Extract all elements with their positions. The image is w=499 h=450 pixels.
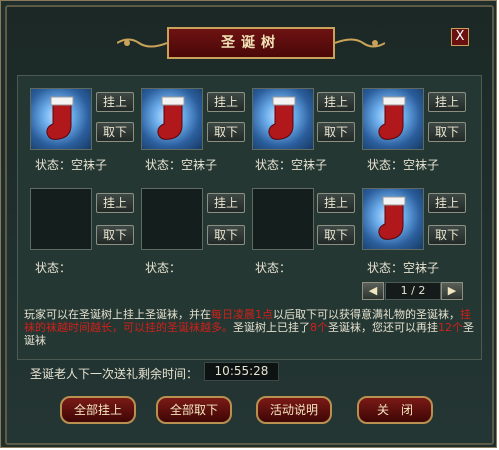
slot-7[interactable] (252, 188, 314, 250)
slot-1[interactable] (30, 88, 92, 150)
pager-prev-button[interactable]: ◀ (362, 282, 384, 300)
desc-part-1: 玩家可以在圣诞树上挂上圣诞袜，并在 (24, 308, 211, 321)
desc-part-5: 圣诞树上已挂了 (233, 321, 310, 334)
slot-5-hang-button[interactable]: 挂上 (96, 193, 134, 213)
title-plate: 圣诞树 (167, 27, 335, 59)
desc-part-3: 以后取下可以获得意满礼物的圣诞袜， (273, 308, 460, 321)
slot-6[interactable] (141, 188, 203, 250)
slot-5[interactable] (30, 188, 92, 250)
slot-2-remove-button[interactable]: 取下 (207, 122, 245, 142)
slot-2[interactable] (141, 88, 203, 150)
slot-1-status: 状态：空袜子 (35, 158, 108, 172)
christmas-stocking-icon (378, 196, 406, 240)
slot-1-remove-button[interactable]: 取下 (96, 122, 134, 142)
christmas-stocking-icon (157, 96, 185, 140)
timer-label: 圣诞老人下一次送礼剩余时间： (30, 367, 199, 381)
description-text: 玩家可以在圣诞树上挂上圣诞袜，并在每日凌晨1点以后取下可以获得意满礼物的圣诞袜，… (24, 308, 474, 347)
close-icon[interactable]: X (451, 28, 469, 46)
slot-3[interactable] (252, 88, 314, 150)
remove-all-button[interactable]: 全部取下 (156, 396, 232, 424)
dialog-title: 圣诞树 (221, 35, 281, 51)
slot-7-remove-button[interactable]: 取下 (317, 225, 355, 245)
christmas-stocking-icon (268, 96, 296, 140)
close-button[interactable]: 关 闭 (357, 396, 433, 424)
slot-6-remove-button[interactable]: 取下 (207, 225, 245, 245)
slot-5-status: 状态： (35, 261, 72, 275)
slot-4-hang-button[interactable]: 挂上 (428, 92, 466, 112)
slot-6-status: 状态： (145, 261, 182, 275)
slot-7-status: 状态： (255, 261, 292, 275)
slot-3-hang-button[interactable]: 挂上 (317, 92, 355, 112)
slot-4[interactable] (362, 88, 424, 150)
timer-value: 10:55:28 (204, 362, 279, 381)
slot-7-hang-button[interactable]: 挂上 (317, 193, 355, 213)
christmas-stocking-icon (46, 96, 74, 140)
slot-1-hang-button[interactable]: 挂上 (96, 92, 134, 112)
slot-8-status: 状态：空袜子 (367, 261, 440, 275)
slot-6-hang-button[interactable]: 挂上 (207, 193, 245, 213)
desc-highlight-time: 每日凌晨1点 (211, 308, 273, 321)
slot-3-status: 状态：空袜子 (255, 158, 328, 172)
pager-next-button[interactable]: ▶ (441, 282, 463, 300)
hang-all-button[interactable]: 全部挂上 (60, 396, 136, 424)
pager-text: 1 / 2 (385, 282, 441, 300)
slot-2-status: 状态：空袜子 (145, 158, 218, 172)
desc-hung-count: 8个 (310, 321, 328, 334)
slot-8-hang-button[interactable]: 挂上 (428, 193, 466, 213)
title-ornament-right (335, 38, 385, 48)
slot-8-remove-button[interactable]: 取下 (428, 225, 466, 245)
slot-4-remove-button[interactable]: 取下 (428, 122, 466, 142)
slot-4-status: 状态：空袜子 (367, 158, 440, 172)
desc-remaining-count: 12个 (438, 321, 463, 334)
slot-5-remove-button[interactable]: 取下 (96, 225, 134, 245)
slot-3-remove-button[interactable]: 取下 (317, 122, 355, 142)
slot-2-hang-button[interactable]: 挂上 (207, 92, 245, 112)
slot-8[interactable] (362, 188, 424, 250)
desc-part-7: 圣诞袜，您还可以再挂 (328, 321, 438, 334)
title-ornament-left (117, 38, 167, 48)
event-info-button[interactable]: 活动说明 (256, 396, 332, 424)
christmas-stocking-icon (378, 96, 406, 140)
